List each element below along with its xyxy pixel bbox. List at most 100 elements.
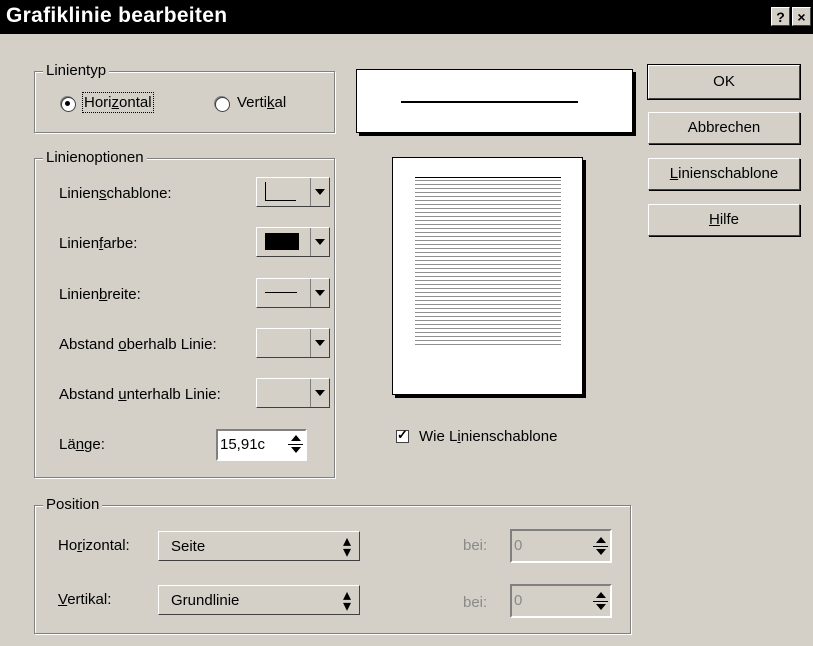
chevron-down-icon [310, 228, 329, 256]
preview-text-line [415, 212, 561, 213]
spin-divider [593, 601, 608, 602]
page-preview [392, 157, 583, 395]
preview-text-line [415, 232, 561, 233]
spin-divider [288, 444, 303, 445]
close-button[interactable]: × [792, 7, 811, 26]
preview-text-line [415, 316, 561, 317]
linienschablone-label: Linienschablone: [59, 185, 172, 202]
preview-text-line [415, 244, 561, 245]
preview-text-line [415, 340, 561, 341]
hilfe-button[interactable]: Hilfe [648, 204, 800, 236]
abstand-oberhalb-dropdown[interactable] [256, 328, 330, 358]
spin-up-icon[interactable] [291, 435, 301, 441]
preview-text-line [415, 228, 561, 229]
preview-text-line [415, 288, 561, 289]
preview-text-line [415, 276, 561, 277]
linienfarbe-dropdown[interactable] [256, 227, 330, 257]
preview-text-line [415, 268, 561, 269]
chevron-down-icon [310, 178, 329, 206]
position-legend: Position [43, 496, 103, 513]
linienschablone-button[interactable]: Linienschablone [648, 158, 800, 190]
abstand-oberhalb-label: Abstand oberhalb Linie: [59, 336, 217, 353]
preview-text-line [415, 284, 561, 285]
spin-buttons[interactable] [593, 590, 608, 614]
preview-text-line [415, 256, 561, 257]
preview-text-line [415, 304, 561, 305]
linienbreite-label: Linienbreite: [59, 286, 141, 303]
preview-text-line [415, 216, 561, 217]
chevron-down-icon [310, 379, 329, 407]
preview-text-line [415, 248, 561, 249]
window-title: Grafiklinie bearbeiten [6, 4, 228, 27]
help-button[interactable]: ? [771, 7, 790, 26]
preview-accent-line [415, 177, 561, 178]
horizontal-bei-spinner[interactable]: 0 [510, 529, 612, 563]
chevron-down-icon [310, 279, 329, 307]
spin-down-icon[interactable] [596, 604, 606, 610]
linienschablone-dropdown[interactable] [256, 177, 330, 207]
title-bar: Grafiklinie bearbeiten ? × [0, 0, 813, 34]
spin-up-icon[interactable] [596, 537, 606, 543]
template-swatch [265, 182, 296, 201]
preview-text-line [415, 292, 561, 293]
spin-divider [593, 546, 608, 547]
vertikal-radio-label[interactable]: Vertikal [237, 94, 286, 111]
preview-text-line [415, 208, 561, 209]
position-group: Position Horizontal: Seite ▴ ▾ bei: 0 Ver… [34, 496, 631, 634]
vertikal-position-select[interactable]: Grundlinie ▴ ▾ [158, 585, 360, 615]
vertikal-bei-input[interactable]: 0 [514, 592, 522, 609]
horizontal-position-select[interactable]: Seite ▴ ▾ [158, 531, 360, 561]
preview-text-line [415, 220, 561, 221]
spin-down-icon[interactable] [291, 447, 301, 453]
spin-buttons[interactable] [288, 433, 303, 457]
horizontal-position-value: Seite [171, 538, 206, 555]
preview-text-line [415, 272, 561, 273]
wie-linienschablone-checkbox[interactable]: ✓ [396, 427, 409, 443]
spin-buttons[interactable] [593, 535, 608, 559]
updown-arrow-icon: ▴ ▾ [342, 587, 351, 615]
preview-text-line [415, 252, 561, 253]
abstand-unterhalb-dropdown[interactable] [256, 378, 330, 408]
line-preview-box [356, 69, 633, 133]
checkmark-icon: ✓ [397, 427, 408, 442]
preview-text-line [415, 200, 561, 201]
vertikal-bei-label: bei: [463, 594, 488, 611]
vertikal-position-value: Grundlinie [171, 592, 240, 609]
width-swatch [265, 292, 297, 293]
preview-text-line [415, 240, 561, 241]
linienoptionen-group: Linienoptionen Linienschablone: Linienfa… [34, 149, 335, 478]
vertikal-bei-spinner[interactable]: 0 [510, 584, 612, 618]
laenge-spinner[interactable]: 15,91c [216, 429, 307, 461]
preview-text-line [415, 196, 561, 197]
dialog-window: Grafiklinie bearbeiten ? × Linientyp Hor… [0, 0, 813, 646]
preview-text-line [415, 324, 561, 325]
spin-down-icon[interactable] [596, 549, 606, 555]
linienbreite-dropdown[interactable] [256, 278, 330, 308]
horizontal-radio-label[interactable]: Horizontal [82, 92, 154, 113]
abstand-unterhalb-label: Abstand unterhalb Linie: [59, 386, 221, 403]
preview-text-line [415, 328, 561, 329]
preview-text-line [415, 312, 561, 313]
abbrechen-button[interactable]: Abbrechen [648, 112, 800, 144]
preview-text-line [415, 344, 561, 345]
preview-text-line [415, 192, 561, 193]
preview-text-line [415, 300, 561, 301]
vertikal-radio[interactable] [215, 97, 230, 112]
wie-linienschablone-label[interactable]: Wie Linienschablone [419, 428, 557, 445]
horizontal-radio[interactable] [61, 97, 76, 112]
preview-text-line [415, 308, 561, 309]
preview-text-line [415, 184, 561, 185]
linienoptionen-legend: Linienoptionen [43, 149, 147, 166]
preview-text-line [415, 180, 561, 181]
laenge-input[interactable]: 15,91c [220, 436, 265, 453]
ok-button[interactable]: OK [647, 64, 801, 100]
laenge-label: Länge: [59, 436, 105, 453]
preview-text-line [415, 204, 561, 205]
preview-text-line [415, 260, 561, 261]
color-swatch [265, 233, 299, 250]
horizontal-bei-input[interactable]: 0 [514, 537, 522, 554]
preview-text-line [415, 264, 561, 265]
spin-up-icon[interactable] [596, 592, 606, 598]
preview-text-line [415, 296, 561, 297]
horizontal-position-label: Horizontal: [58, 537, 130, 554]
